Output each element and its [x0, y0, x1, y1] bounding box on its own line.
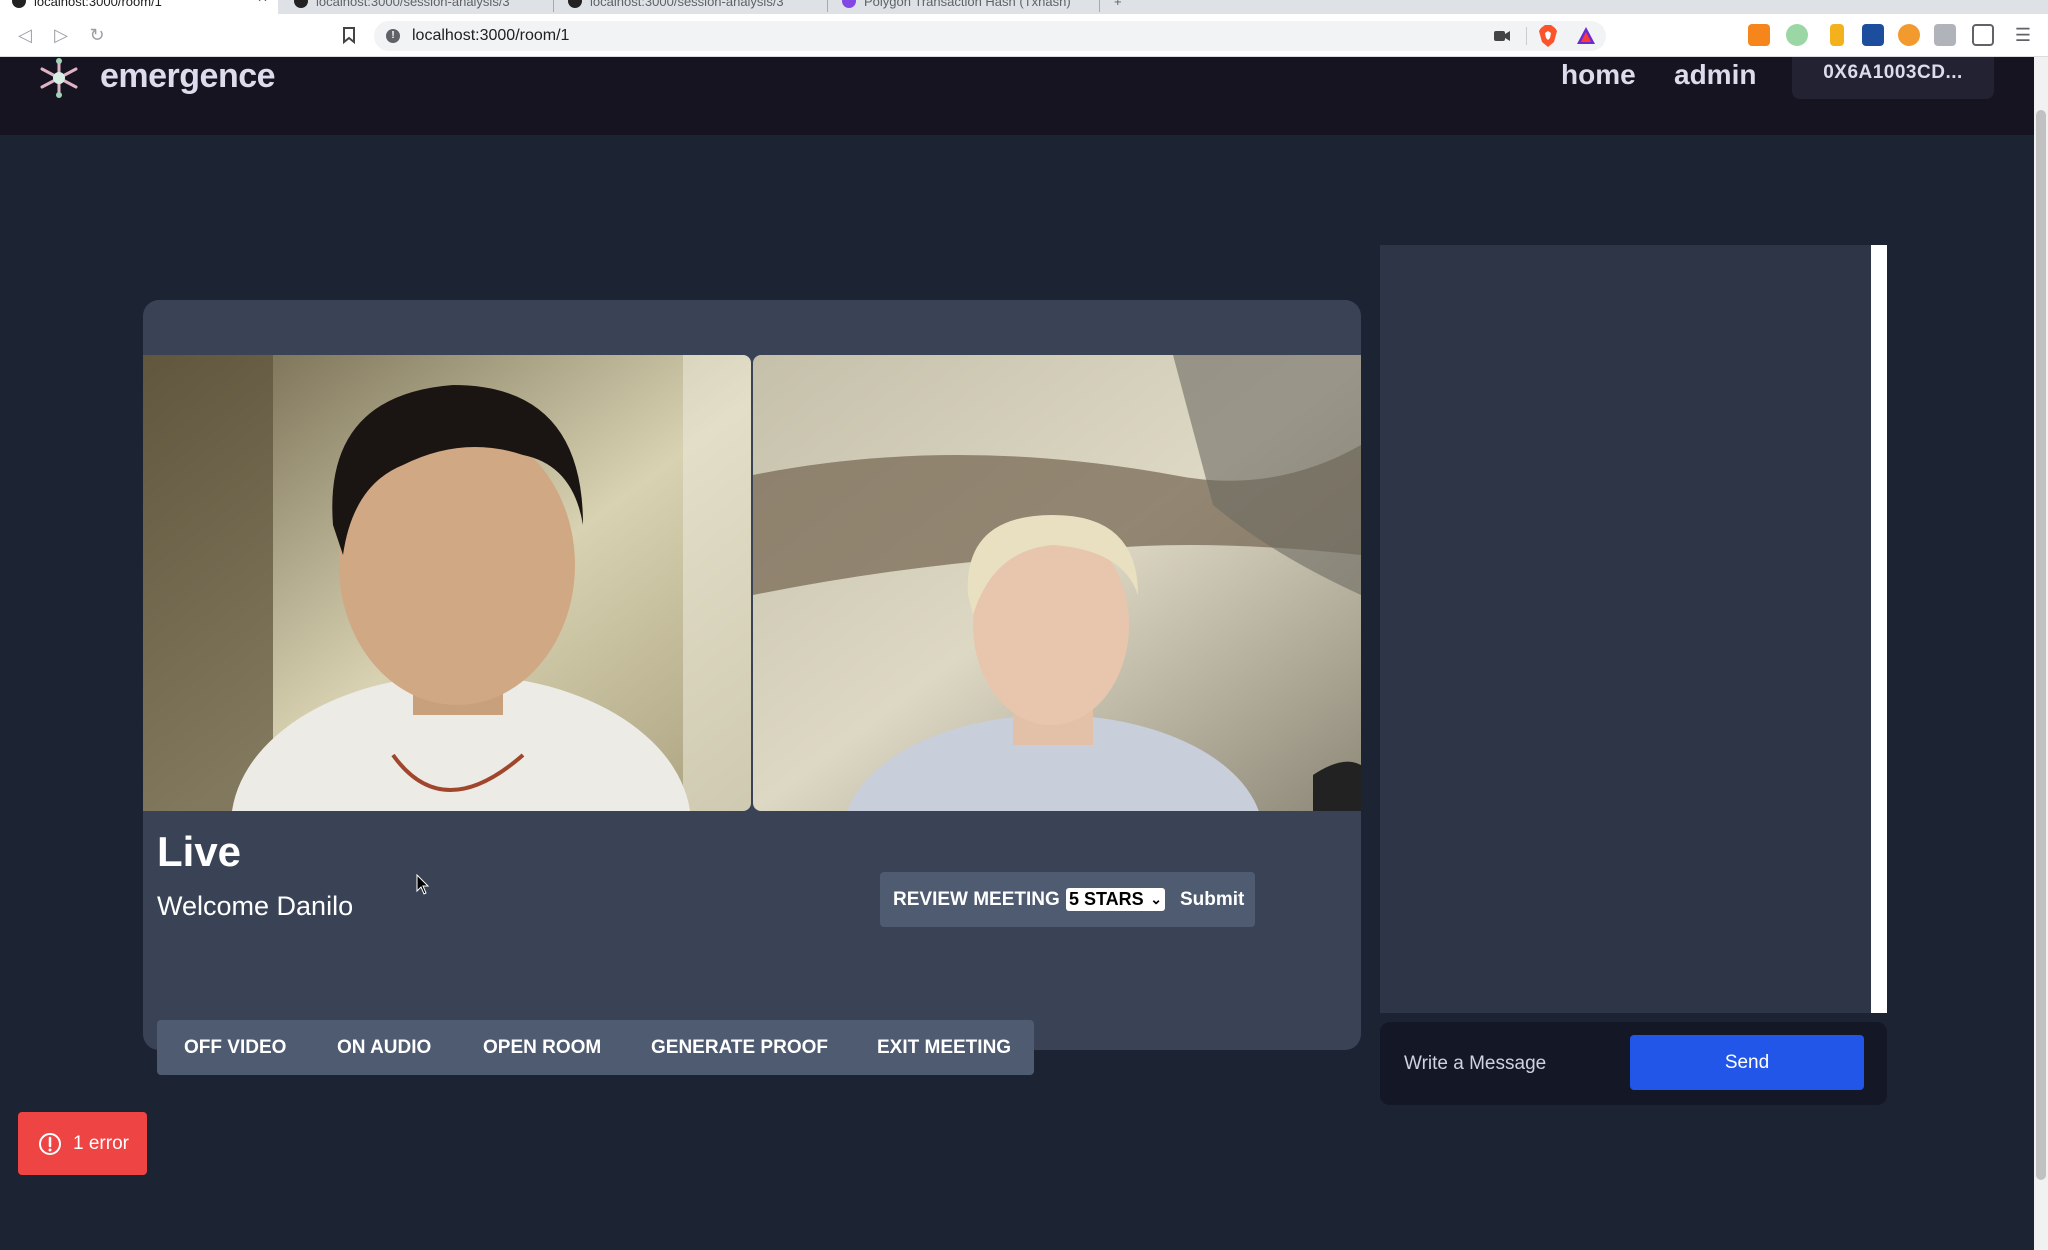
send-message-button[interactable]: Send	[1630, 1035, 1864, 1090]
review-meeting-panel: REVIEW MEETING 5 STARS ⌄ Submit	[880, 872, 1255, 927]
page-scrollbar-thumb[interactable]	[2036, 110, 2046, 1180]
url-divider	[1526, 27, 1527, 45]
tab-divider	[553, 0, 554, 12]
participant-video-left	[143, 355, 751, 811]
nav-admin-link[interactable]: admin	[1674, 59, 1756, 91]
error-count-text: 1 error	[73, 1133, 129, 1154]
bookmark-icon[interactable]	[338, 24, 360, 46]
browser-tabstrip: localhost:3000/room/1 ✕ localhost:3000/s…	[0, 0, 2048, 14]
browser-toolbar: ◁ ▷ ↻ ! localhost:3000/room/1 ☰	[0, 14, 2048, 57]
participant-video-right	[753, 355, 1361, 811]
site-info-icon[interactable]: !	[386, 29, 400, 43]
error-badge[interactable]: 1 error	[18, 1112, 147, 1175]
logo-text[interactable]: emergence	[100, 57, 276, 96]
live-status-label: Live	[157, 828, 242, 875]
meeting-controls-bar: OFF VIDEO ON AUDIO OPEN ROOM GENERATE PR…	[157, 1020, 1034, 1075]
wallet-icon[interactable]	[1972, 24, 1994, 46]
chat-message-input[interactable]	[1394, 1036, 1614, 1091]
video-frame-right	[753, 355, 1361, 811]
brave-rewards-icon[interactable]	[1576, 26, 1596, 46]
tab-favicon-icon	[842, 0, 856, 8]
browser-tab-session-2[interactable]: localhost:3000/session-analysis/3	[556, 0, 826, 14]
chat-input-bar: Send	[1380, 1022, 1887, 1105]
chevron-down-icon: ⌄	[1150, 891, 1162, 907]
generate-proof-button[interactable]: GENERATE PROOF	[651, 1037, 828, 1059]
error-alert-icon	[39, 1133, 61, 1155]
extension-icon[interactable]	[1862, 24, 1884, 46]
back-icon[interactable]: ◁	[14, 24, 36, 46]
url-text[interactable]: localhost:3000/room/1	[412, 27, 569, 45]
new-tab-button[interactable]: +	[1104, 0, 1134, 14]
metamask-icon[interactable]	[1748, 24, 1770, 46]
chat-scrollbar[interactable]	[1871, 245, 1887, 1013]
nav-home-link[interactable]: home	[1561, 59, 1636, 91]
extension-icon[interactable]	[1898, 24, 1920, 46]
video-frame-left	[143, 355, 751, 811]
tab-divider	[1099, 0, 1100, 12]
tab-favicon-icon	[294, 0, 308, 8]
tab-favicon-icon	[568, 0, 582, 8]
browser-tab-polygon[interactable]: Polygon Transaction Hash (Txhash)	[830, 0, 1098, 14]
camera-in-use-icon[interactable]	[1494, 30, 1510, 42]
mouse-cursor-icon	[416, 874, 430, 895]
forward-icon[interactable]: ▷	[50, 24, 72, 46]
brave-shields-icon[interactable]	[1538, 25, 1558, 47]
tab-favicon-icon	[12, 0, 26, 8]
browser-menu-icon[interactable]: ☰	[2012, 24, 2034, 46]
extension-icon[interactable]	[1830, 24, 1844, 46]
app-header: emergence home admin 0X6A1003CD...	[0, 57, 2034, 135]
welcome-message: Welcome Danilo	[157, 891, 354, 921]
reload-icon[interactable]: ↻	[86, 24, 108, 46]
emergence-logo-icon	[40, 58, 78, 98]
puzzle-icon[interactable]	[1934, 24, 1956, 46]
wallet-address-button[interactable]: 0X6A1003CD...	[1792, 57, 1994, 99]
submit-review-button[interactable]: Submit	[1180, 889, 1244, 911]
open-room-button[interactable]: OPEN ROOM	[483, 1037, 601, 1059]
meeting-card: Live Welcome Danilo REVIEW MEETING 5 STA…	[143, 300, 1361, 1050]
tab-divider	[827, 0, 828, 12]
browser-tab-room[interactable]: localhost:3000/room/1 ✕	[0, 0, 278, 14]
chat-messages-panel[interactable]	[1380, 245, 1887, 1013]
toggle-audio-button[interactable]: ON AUDIO	[337, 1037, 431, 1059]
address-bar[interactable]: ! localhost:3000/room/1	[374, 21, 1606, 51]
review-meeting-label: REVIEW MEETING	[893, 889, 1060, 910]
toggle-video-button[interactable]: OFF VIDEO	[184, 1037, 286, 1059]
extension-icon[interactable]	[1786, 24, 1808, 46]
browser-tab-session-1[interactable]: localhost:3000/session-analysis/3	[282, 0, 552, 14]
rating-select[interactable]: 5 STARS ⌄	[1066, 888, 1165, 911]
exit-meeting-button[interactable]: EXIT MEETING	[877, 1037, 1011, 1059]
